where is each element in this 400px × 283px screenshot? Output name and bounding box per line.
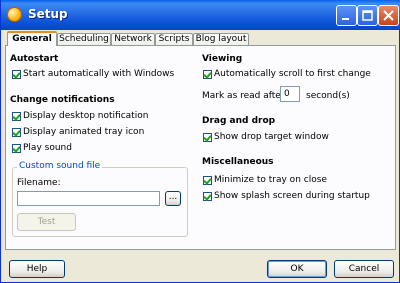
mark-read-label: Mark as read after — [202, 91, 285, 101]
mark-read-seconds-input[interactable]: 0 — [280, 86, 300, 102]
autostart-heading: Autostart — [10, 54, 59, 64]
minimize-to-tray-checkbox[interactable] — [203, 176, 212, 185]
splash-screen-checkbox[interactable] — [203, 192, 212, 201]
general-panel: Autostart Start automatically with Windo… — [5, 45, 396, 250]
close-icon — [383, 10, 394, 21]
tab-blog-layout[interactable]: Blog layout — [193, 33, 249, 45]
seconds-label: second(s) — [306, 91, 350, 101]
help-button[interactable]: Help — [9, 260, 65, 278]
start-with-windows-label[interactable]: Start automatically with Windows — [23, 69, 174, 79]
minimize-icon — [342, 18, 349, 20]
title-bar[interactable]: Setup — [1, 0, 400, 30]
drag-drop-heading: Drag and drop — [202, 116, 276, 126]
app-icon — [7, 7, 22, 22]
miscellaneous-heading: Miscellaneous — [202, 157, 274, 167]
cancel-button[interactable]: Cancel — [334, 260, 394, 278]
tab-network[interactable]: Network — [111, 33, 155, 45]
splash-screen-label[interactable]: Show splash screen during startup — [214, 191, 370, 201]
tab-scripts[interactable]: Scripts — [155, 33, 193, 45]
animated-tray-icon-label[interactable]: Display animated tray icon — [23, 127, 144, 137]
minimize-button[interactable] — [336, 5, 357, 26]
auto-scroll-label[interactable]: Automatically scroll to first change — [214, 69, 371, 79]
start-with-windows-checkbox[interactable] — [12, 70, 21, 79]
drop-target-label[interactable]: Show drop target window — [214, 132, 329, 142]
play-sound-checkbox[interactable] — [12, 144, 21, 153]
window-title: Setup — [28, 7, 68, 21]
maximize-button[interactable] — [357, 5, 378, 26]
test-button[interactable]: Test — [17, 213, 76, 231]
ok-button[interactable]: OK — [267, 260, 327, 278]
minimize-to-tray-label[interactable]: Minimize to tray on close — [214, 175, 327, 185]
desktop-notification-checkbox[interactable] — [12, 112, 21, 121]
tab-scheduling[interactable]: Scheduling — [57, 33, 111, 45]
custom-sound-legend: Custom sound file — [17, 161, 103, 171]
filename-label: Filename: — [17, 178, 61, 188]
maximize-icon — [362, 10, 373, 21]
drop-target-checkbox[interactable] — [203, 133, 212, 142]
animated-tray-icon-checkbox[interactable] — [12, 128, 21, 137]
browse-button[interactable]: ... — [165, 191, 181, 206]
desktop-notification-label[interactable]: Display desktop notification — [23, 111, 148, 121]
auto-scroll-checkbox[interactable] — [203, 70, 212, 79]
setup-window: Setup General Scheduling Network Scripts… — [0, 0, 400, 283]
close-button[interactable] — [378, 5, 399, 26]
change-notifications-heading: Change notifications — [10, 95, 115, 105]
play-sound-label[interactable]: Play sound — [23, 143, 72, 153]
filename-input[interactable] — [17, 191, 160, 206]
viewing-heading: Viewing — [202, 54, 243, 64]
tab-general[interactable]: General — [7, 31, 57, 46]
